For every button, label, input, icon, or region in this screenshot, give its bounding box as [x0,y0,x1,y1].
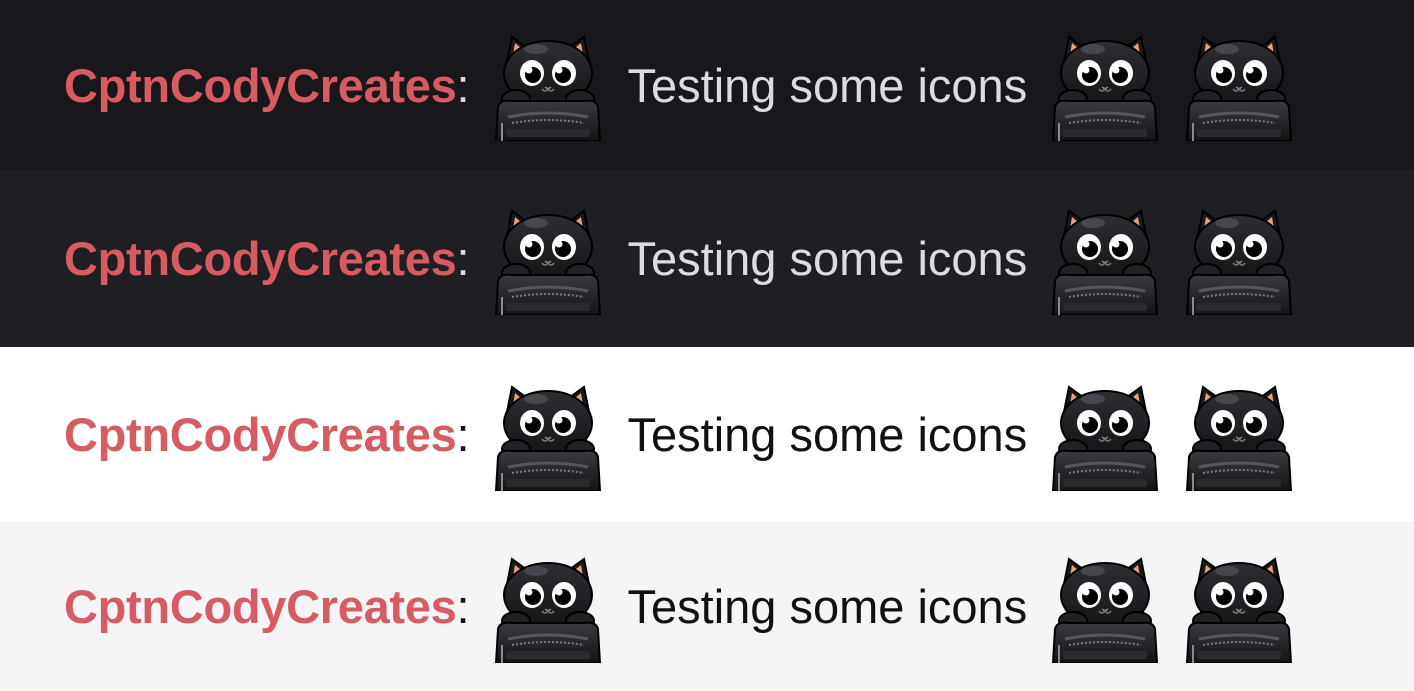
chat-username[interactable]: CptnCodyCreates [64,231,457,286]
chat-preview-panels: CptnCodyCreates: Testing some icons CptnCo… [0,0,1414,691]
username-colon: : [456,58,470,112]
black-cat-backpack-emote-1[interactable] [492,379,604,491]
chat-preview-light: CptnCodyCreates: Testing some icons [0,347,1414,522]
chat-message-line: CptnCodyCreates: Testing some icons [64,203,1295,315]
black-cat-backpack-emote-2[interactable] [1049,29,1161,141]
chat-message-line: CptnCodyCreates: Testing some icons [64,29,1295,141]
chat-message-text: Testing some icons [627,408,1028,461]
black-cat-backpack-emote-2[interactable] [1049,551,1161,663]
black-cat-backpack-emote-1[interactable] [492,203,604,315]
black-cat-backpack-emote-3[interactable] [1183,551,1295,663]
chat-message-text: Testing some icons [627,58,1028,112]
chat-username[interactable]: CptnCodyCreates [64,407,457,462]
black-cat-backpack-emote-2[interactable] [1049,379,1161,491]
username-colon: : [456,580,470,633]
chat-preview-dark-alt: CptnCodyCreates: Testing some icons [0,170,1414,347]
black-cat-backpack-emote-3[interactable] [1183,203,1295,315]
username-colon: : [456,232,470,285]
chat-message-line: CptnCodyCreates: Testing some icons [64,379,1295,491]
chat-preview-dark: CptnCodyCreates: Testing some icons [0,0,1414,170]
chat-username[interactable]: CptnCodyCreates [64,579,457,634]
chat-preview-light-alt: CptnCodyCreates: Testing some icons [0,522,1414,691]
username-colon: : [456,408,470,461]
black-cat-backpack-emote-3[interactable] [1183,29,1295,141]
black-cat-backpack-emote-3[interactable] [1183,379,1295,491]
black-cat-backpack-emote-2[interactable] [1049,203,1161,315]
chat-message-line: CptnCodyCreates: Testing some icons [64,551,1295,663]
chat-message-text: Testing some icons [627,232,1028,285]
black-cat-backpack-emote-1[interactable] [492,29,604,141]
chat-username[interactable]: CptnCodyCreates [64,58,457,113]
chat-message-text: Testing some icons [627,580,1028,633]
black-cat-backpack-emote-1[interactable] [492,551,604,663]
